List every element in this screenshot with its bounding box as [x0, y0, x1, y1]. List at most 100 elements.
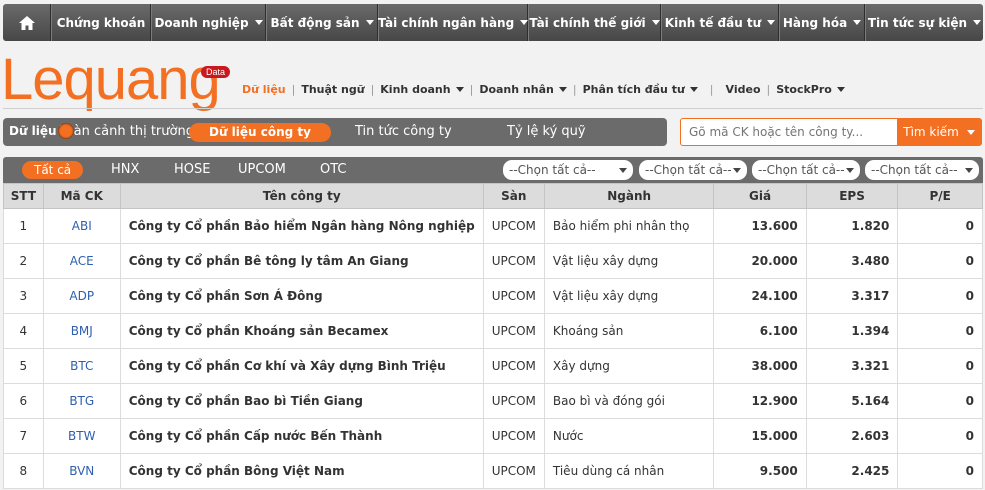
sub-navigation: Dữ liệu | Thuật ngữ | Kinh doanh | Doanh…: [236, 80, 851, 98]
cell-pe: 0: [897, 313, 983, 349]
nav-tai-chinh-ngan-hang[interactable]: Tài chính ngân hàng: [378, 4, 529, 41]
table-row[interactable]: 4 BMJ Công ty Cổ phần Khoáng sản Becamex…: [3, 313, 983, 349]
cell-company-name[interactable]: Công ty Cổ phần Bao bì Tiền Giang: [119, 383, 484, 419]
cell-exchange: UPCOM: [482, 243, 545, 279]
chevron-down-icon: [733, 168, 741, 173]
cell-company-name[interactable]: Công ty Cổ phần Sơn Á Đông: [119, 278, 484, 314]
select-value: --Chọn tất cả--: [871, 163, 958, 177]
site-logo[interactable]: Lequang: [1, 48, 221, 112]
col-header-gia[interactable]: Giá: [713, 183, 807, 209]
cell-pe: 0: [897, 243, 983, 279]
filter-select-1[interactable]: --Chọn tất cả--: [503, 160, 633, 180]
table-row[interactable]: 8 BVN Công ty Cổ phần Bông Việt Nam UPCO…: [3, 453, 983, 489]
search-input[interactable]: [681, 119, 897, 145]
cell-company-name[interactable]: Công ty Cổ phần Bông Việt Nam: [119, 453, 484, 489]
table-row[interactable]: 3 ADP Công ty Cổ phần Sơn Á Đông UPCOM V…: [3, 278, 983, 314]
col-header-pe[interactable]: P/E: [897, 183, 983, 209]
cell-eps: 3.480: [805, 243, 899, 279]
nav-tin-tuc-su-kien[interactable]: Tin tức sự kiện: [865, 4, 983, 41]
nav-label: Hàng hóa: [782, 15, 848, 30]
subnav-thuat-ngu[interactable]: Thuật ngữ: [295, 83, 370, 96]
subnav-label: Doanh nhân: [479, 82, 554, 96]
search-button[interactable]: Tìm kiếm: [897, 119, 981, 145]
col-header-eps[interactable]: EPS: [805, 183, 899, 209]
subnav-kinh-doanh[interactable]: Kinh doanh: [374, 83, 469, 96]
cell-company-name[interactable]: Công ty Cổ phần Cấp nước Bến Thành: [119, 418, 484, 454]
cell-industry: Nước: [543, 418, 715, 454]
col-header-stt[interactable]: STT: [3, 183, 44, 209]
cell-stock-code[interactable]: ACE: [42, 243, 121, 279]
tab-all[interactable]: Tất cả: [22, 161, 84, 179]
cell-eps: 3.317: [805, 278, 899, 314]
cell-stock-code[interactable]: ABI: [42, 208, 121, 244]
subnav-du-lieu[interactable]: Dữ liệu: [236, 83, 292, 96]
cell-eps: 2.603: [805, 418, 899, 454]
subnav-label: Thuật ngữ: [301, 82, 365, 96]
cell-stt: 7: [3, 418, 44, 454]
nav-kinh-te-dau-tu[interactable]: Kinh tế đầu tư: [661, 4, 779, 41]
cursor-dot-icon: [58, 123, 74, 139]
cell-industry: Vật liệu xây dựng: [543, 243, 715, 279]
filter-select-2[interactable]: --Chọn tất cả--: [639, 160, 747, 180]
subnav-label: Dữ liệu: [242, 82, 286, 96]
cell-stt: 5: [3, 348, 44, 384]
chevron-down-icon: [965, 168, 973, 173]
table-row[interactable]: 1 ABI Công ty Cổ phần Bảo hiểm Ngân hàng…: [3, 208, 983, 244]
cell-stock-code[interactable]: BTC: [42, 348, 121, 384]
chevron-down-icon: [455, 86, 464, 92]
col-header-san[interactable]: Sàn: [482, 183, 545, 209]
data-section-bar: Toàn cảnh thị trường Dữ liệu Dữ liệu côn…: [3, 118, 667, 146]
cell-exchange: UPCOM: [482, 418, 545, 454]
tab-toan-canh-thi-truong[interactable]: Toàn cảnh thị trường: [60, 118, 194, 146]
tab-ty-le-ky-quy[interactable]: Tỷ lệ ký quỹ: [507, 118, 586, 146]
select-value: --Chọn tất cả--: [645, 163, 732, 177]
chevron-down-icon: [846, 168, 854, 173]
cell-pe: 0: [897, 453, 983, 489]
subnav-stockpro[interactable]: StockPro: [770, 83, 851, 96]
cell-company-name[interactable]: Công ty Cổ phần Bê tông ly tâm An Giang: [119, 243, 484, 279]
col-header-ma-ck[interactable]: Mã CK: [42, 183, 121, 209]
col-header-nganh[interactable]: Ngành: [543, 183, 715, 209]
table-row[interactable]: 2 ACE Công ty Cổ phần Bê tông ly tâm An …: [3, 243, 983, 279]
subnav-video[interactable]: Video: [720, 83, 767, 96]
table-row[interactable]: 7 BTW Công ty Cổ phần Cấp nước Bến Thành…: [3, 418, 983, 454]
nav-label: Bất động sản: [270, 15, 360, 30]
table-row[interactable]: 6 BTG Công ty Cổ phần Bao bì Tiền Giang …: [3, 383, 983, 419]
company-data-table: STT Mã CK Tên công ty Sàn Ngành Giá EPS …: [3, 183, 983, 489]
cell-company-name[interactable]: Công ty Cổ phần Khoáng sản Becamex: [119, 313, 484, 349]
chevron-down-icon: [767, 20, 776, 25]
tab-tin-tuc-cong-ty[interactable]: Tin tức công ty: [355, 118, 452, 146]
tab-du-lieu-cong-ty[interactable]: Dữ liệu công ty: [189, 123, 331, 142]
tab-upcom[interactable]: UPCOM: [238, 157, 286, 183]
nav-chung-khoan[interactable]: Chứng khoán: [51, 4, 151, 41]
nav-bat-dong-san[interactable]: Bất động sản: [266, 4, 378, 41]
cell-stock-code[interactable]: BVN: [42, 453, 121, 489]
tab-hose[interactable]: HOSE: [174, 157, 210, 183]
tab-otc[interactable]: OTC: [320, 157, 347, 183]
filter-select-4[interactable]: --Chọn tất cả--: [865, 160, 979, 180]
cell-company-name[interactable]: Công ty Cổ phần Cơ khí và Xây dựng Bình …: [119, 348, 484, 384]
cell-stock-code[interactable]: ADP: [42, 278, 121, 314]
cell-industry: Bảo hiểm phi nhân thọ: [543, 208, 715, 244]
cell-price: 9.500: [713, 453, 807, 489]
table-row[interactable]: 5 BTC Công ty Cổ phần Cơ khí và Xây dựng…: [3, 348, 983, 384]
cell-price: 24.100: [713, 278, 807, 314]
cell-pe: 0: [897, 383, 983, 419]
nav-tai-chinh-the-gioi[interactable]: Tài chính thế giới: [528, 4, 661, 41]
subnav-label: StockPro: [776, 82, 832, 96]
filter-select-3[interactable]: --Chọn tất cả--: [752, 160, 860, 180]
cell-stt: 4: [3, 313, 44, 349]
cell-stock-code[interactable]: BTG: [42, 383, 121, 419]
cell-company-name[interactable]: Công ty Cổ phần Bảo hiểm Ngân hàng Nông …: [119, 208, 484, 244]
nav-hang-hoa[interactable]: Hàng hóa: [779, 4, 865, 41]
tab-hnx[interactable]: HNX: [111, 157, 139, 183]
home-button[interactable]: [3, 4, 51, 41]
exchange-tab-bar: Tất cả HNX HOSE UPCOM OTC --Chọn tất cả-…: [3, 157, 983, 183]
cell-stock-code[interactable]: BTW: [42, 418, 121, 454]
col-header-ten-cong-ty[interactable]: Tên công ty: [119, 183, 484, 209]
subnav-phan-tich-dau-tu[interactable]: Phân tích đầu tư: [577, 83, 704, 96]
subnav-doanh-nhan[interactable]: Doanh nhân: [473, 83, 573, 96]
cell-industry: Tiêu dùng cá nhân: [543, 453, 715, 489]
cell-stock-code[interactable]: BMJ: [42, 313, 121, 349]
nav-doanh-nghiep[interactable]: Doanh nghiệp: [151, 4, 266, 41]
